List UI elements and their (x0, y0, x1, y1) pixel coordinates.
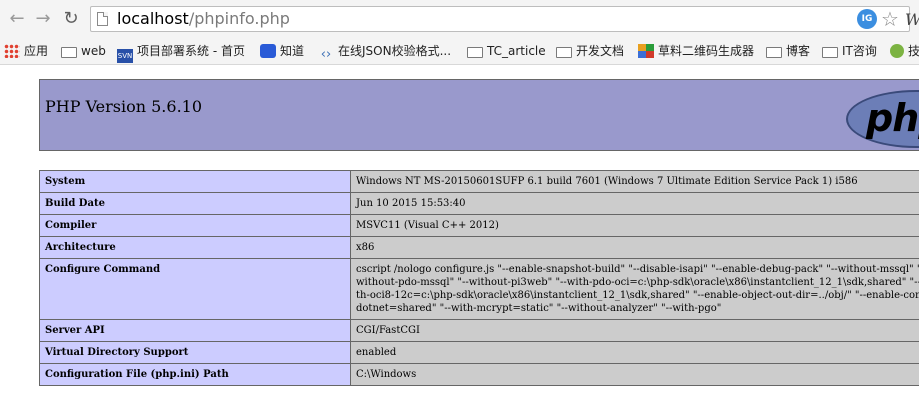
forward-arrow-icon[interactable]: → (32, 8, 54, 30)
row-value: Windows NT MS-20150601SUFP 6.1 build 760… (350, 170, 919, 193)
apps-grid-icon (4, 44, 20, 58)
extension-w-icon[interactable]: W (905, 10, 919, 29)
bookmark-apps[interactable]: 应用 (4, 42, 48, 60)
back-arrow-icon[interactable]: ← (6, 8, 28, 30)
php-logo-text: php (866, 96, 919, 140)
row-key: Configure Command (39, 258, 351, 320)
bookmark-zhidao[interactable]: 知道 (260, 42, 304, 60)
bookmark-json[interactable]: ‹› 在线JSON校验格式... (318, 42, 451, 62)
folder-icon (467, 47, 483, 58)
bookmark-deploy-system[interactable]: SVN 项目部署系统 - 首页 (117, 42, 245, 63)
navigation-bar: ← → ↻ localhost/phpinfo.php IG ☆ W (0, 0, 919, 38)
row-key: Build Date (39, 192, 351, 215)
row-value: Jun 10 2015 15:53:40 (350, 192, 919, 215)
row-key: Server API (39, 319, 351, 342)
folder-icon (61, 47, 77, 58)
row-value: C:\Windows (350, 363, 919, 386)
url-host: localhost (117, 9, 189, 28)
bookmark-qr-generator[interactable]: 草料二维码生成器 (638, 42, 754, 60)
php-header: PHP Version 5.6.10 php (39, 79, 919, 151)
table-row: Architecture x86 (39, 236, 919, 259)
qr-icon (638, 44, 654, 58)
row-key: System (39, 170, 351, 193)
paw-icon (260, 44, 276, 58)
row-value: CGI/FastCGI (350, 319, 919, 342)
browser-chrome: ← → ↻ localhost/phpinfo.php IG ☆ W 应用 we… (0, 0, 919, 65)
table-row: Compiler MSVC11 (Visual C++ 2012) (39, 214, 919, 237)
url-path: /phpinfo.php (188, 9, 290, 28)
row-value: cscript /nologo configure.js "--enable-s… (350, 258, 919, 320)
bookmark-star-icon[interactable]: ☆ (881, 7, 899, 31)
row-value: x86 (350, 236, 919, 259)
table-row: System Windows NT MS-20150601SUFP 6.1 bui… (39, 170, 919, 193)
reload-icon[interactable]: ↻ (60, 8, 82, 30)
folder-icon (822, 47, 838, 58)
address-bar[interactable]: localhost/phpinfo.php IG ☆ (90, 6, 910, 32)
row-value: MSVC11 (Visual C++ 2012) (350, 214, 919, 237)
folder-icon (556, 47, 572, 58)
row-key: Architecture (39, 236, 351, 259)
row-value: enabled (350, 341, 919, 364)
table-row: Build Date Jun 10 2015 15:53:40 (39, 192, 919, 215)
bookmark-tech[interactable]: 技 (890, 42, 919, 60)
table-row: Configuration File (php.ini) Path C:\Wind… (39, 363, 919, 386)
row-key: Compiler (39, 214, 351, 237)
bookmark-dev-docs[interactable]: 开发文档 (556, 42, 624, 60)
table-row: Configure Command cscript /nologo configu… (39, 258, 919, 320)
page-content: PHP Version 5.6.10 php SystemWindows NT … (0, 65, 919, 403)
page-title: PHP Version 5.6.10 (45, 97, 203, 116)
folder-icon (766, 47, 782, 58)
row-key: Virtual Directory Support (39, 341, 351, 364)
php-logo[interactable]: php (846, 90, 919, 148)
bookmark-blog[interactable]: 博客 (766, 42, 810, 60)
code-icon: ‹› (320, 47, 332, 62)
table-row: Virtual Directory Support enabled (39, 341, 919, 364)
table-row: Server API CGI/FastCGI (39, 319, 919, 342)
bookmark-tc-article[interactable]: TC_article (467, 42, 546, 60)
bookmark-it-consult[interactable]: IT咨询 (822, 42, 877, 60)
bookmarks-bar: 应用 web SVN 项目部署系统 - 首页 知道 ‹› 在线JSON校验格式...… (0, 38, 919, 64)
globe-icon (890, 44, 904, 58)
url-text[interactable]: localhost/phpinfo.php (117, 9, 290, 29)
extension-icon[interactable]: IG (857, 9, 877, 29)
page-icon (97, 12, 108, 26)
row-key: Configuration File (php.ini) Path (39, 363, 351, 386)
bookmark-web[interactable]: web (61, 42, 106, 60)
site-icon: SVN (117, 49, 133, 63)
php-info-table: System Windows NT MS-20150601SUFP 6.1 bui… (39, 170, 919, 386)
